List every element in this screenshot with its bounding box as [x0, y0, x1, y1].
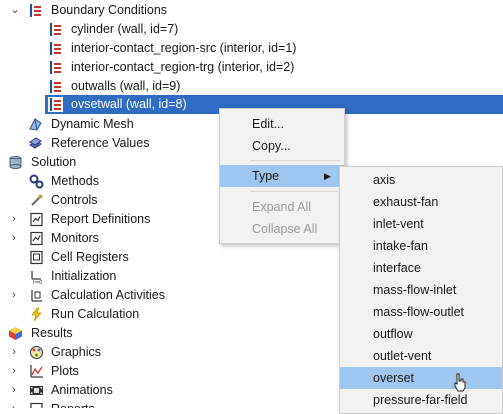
menu-item-label: overset — [373, 371, 414, 385]
type-option-interface[interactable]: interface — [340, 257, 502, 279]
chevron-right-icon[interactable]: › — [9, 286, 19, 305]
chevron-right-icon[interactable]: › — [9, 381, 19, 400]
tree-label: Calculation Activities — [51, 288, 165, 302]
menu-item-label: Type — [252, 169, 280, 183]
type-option-exhaust-fan[interactable]: exhaust-fan — [340, 191, 502, 213]
type-option-outflow[interactable]: outflow — [340, 323, 502, 345]
menu-item-edit[interactable]: Edit... — [220, 113, 344, 135]
tree-label: Dynamic Mesh — [51, 117, 134, 131]
tree-label: ovsetwall (wall, id=8) — [71, 97, 187, 111]
tree-label: Solution — [31, 155, 77, 169]
solution-icon — [9, 156, 22, 169]
chevron-right-icon[interactable]: › — [9, 210, 19, 229]
boundary-zone-icon — [48, 97, 63, 112]
tree-label: Report Definitions — [51, 212, 151, 226]
reference-values-icon — [29, 137, 42, 149]
menu-item-collapse-all[interactable]: Collapse All — [220, 218, 344, 240]
boundary-zone-icon — [50, 42, 61, 55]
boundary-conditions-icon — [30, 4, 41, 17]
tree-label: Animations — [51, 383, 113, 397]
methods-icon — [29, 174, 44, 189]
tree-node-bc-item[interactable]: outwalls (wall, id=9) — [0, 77, 503, 96]
report-definitions-icon — [30, 212, 43, 227]
graphics-icon — [30, 346, 43, 359]
menu-item-label: mass-flow-inlet — [373, 283, 457, 297]
tree-label: Monitors — [51, 231, 99, 245]
menu-separator — [250, 160, 340, 161]
tree-label: interior-contact_region-trg (interior, i… — [71, 60, 295, 74]
chevron-right-icon[interactable]: › — [9, 362, 19, 381]
chevron-right-icon[interactable]: › — [9, 400, 19, 408]
menu-item-label: outlet-vent — [373, 349, 432, 363]
tree-label: Cell Registers — [51, 250, 129, 264]
tree-label: Controls — [51, 193, 98, 207]
tree-label: Plots — [51, 364, 79, 378]
menu-item-label: Copy... — [252, 139, 291, 153]
monitors-icon — [30, 231, 43, 246]
controls-icon — [31, 194, 43, 206]
tree-label: Initialization — [51, 269, 117, 283]
results-icon — [9, 327, 22, 340]
tree-node-bc-item[interactable]: interior-contact_region-trg (interior, i… — [0, 58, 503, 77]
menu-item-label: intake-fan — [373, 239, 428, 253]
reports-icon — [30, 402, 43, 408]
tree-label: Run Calculation — [51, 307, 140, 321]
menu-item-label: Edit... — [252, 117, 284, 131]
menu-item-label: outflow — [373, 327, 413, 341]
tree-label: outwalls (wall, id=9) — [71, 79, 181, 93]
plots-icon — [30, 365, 43, 378]
type-submenu: axis exhaust-fan inlet-vent intake-fan i… — [339, 166, 503, 414]
type-option-outlet-vent[interactable]: outlet-vent — [340, 345, 502, 367]
boundary-zone-icon — [50, 61, 61, 74]
menu-item-label: exhaust-fan — [373, 195, 439, 209]
tree-label: Methods — [51, 174, 99, 188]
menu-separator — [250, 191, 340, 192]
lightning-icon — [31, 307, 42, 322]
type-option-inlet-vent[interactable]: inlet-vent — [340, 213, 502, 235]
menu-item-label: mass-flow-outlet — [373, 305, 464, 319]
menu-item-copy[interactable]: Copy... — [220, 135, 344, 157]
boundary-zone-icon — [50, 80, 61, 93]
film-icon — [30, 386, 43, 395]
type-option-overset[interactable]: overset — [340, 367, 502, 392]
chevron-right-icon[interactable]: › — [9, 229, 19, 248]
context-menu: Edit... Copy... Type ▶ Expand All Collap… — [219, 108, 345, 244]
initialization-icon: t=0 — [31, 271, 42, 284]
tree-label: Results — [31, 326, 73, 340]
dynamic-mesh-icon — [29, 118, 42, 131]
tree-label: Reference Values — [51, 136, 150, 150]
menu-item-label: interface — [373, 261, 421, 275]
type-option-mass-flow-outlet[interactable]: mass-flow-outlet — [340, 301, 502, 323]
menu-item-expand-all[interactable]: Expand All — [220, 196, 344, 218]
menu-item-label: axis — [373, 173, 396, 187]
tree-node-bc-item[interactable]: interior-contact_region-src (interior, i… — [0, 39, 503, 58]
menu-item-label: Collapse All — [252, 222, 318, 236]
calculation-activities-icon — [31, 290, 42, 302]
chevron-down-icon[interactable]: ⌄ — [10, 1, 20, 20]
cell-registers-icon — [30, 250, 43, 265]
chevron-right-icon[interactable]: › — [9, 343, 19, 362]
submenu-arrow-icon: ▶ — [324, 171, 331, 181]
type-option-axis[interactable]: axis — [340, 169, 502, 191]
tree-node-boundary-conditions[interactable]: ⌄ Boundary Conditions — [0, 1, 503, 20]
type-option-mass-flow-inlet[interactable]: mass-flow-inlet — [340, 279, 502, 301]
tree-label: cylinder (wall, id=7) — [71, 22, 179, 36]
tree-label: interior-contact_region-src (interior, i… — [71, 41, 297, 55]
menu-item-label: inlet-vent — [373, 217, 424, 231]
tree-node-bc-item[interactable]: cylinder (wall, id=7) — [0, 20, 503, 39]
tree-label: Graphics — [51, 345, 102, 359]
svg-text:t=0: t=0 — [33, 280, 42, 284]
tree-label: Boundary Conditions — [51, 3, 168, 17]
boundary-zone-icon — [50, 23, 61, 36]
menu-item-type[interactable]: Type ▶ — [220, 165, 344, 187]
tree-label: Reports — [51, 400, 95, 408]
type-option-intake-fan[interactable]: intake-fan — [340, 235, 502, 257]
menu-item-label: Expand All — [252, 200, 312, 214]
